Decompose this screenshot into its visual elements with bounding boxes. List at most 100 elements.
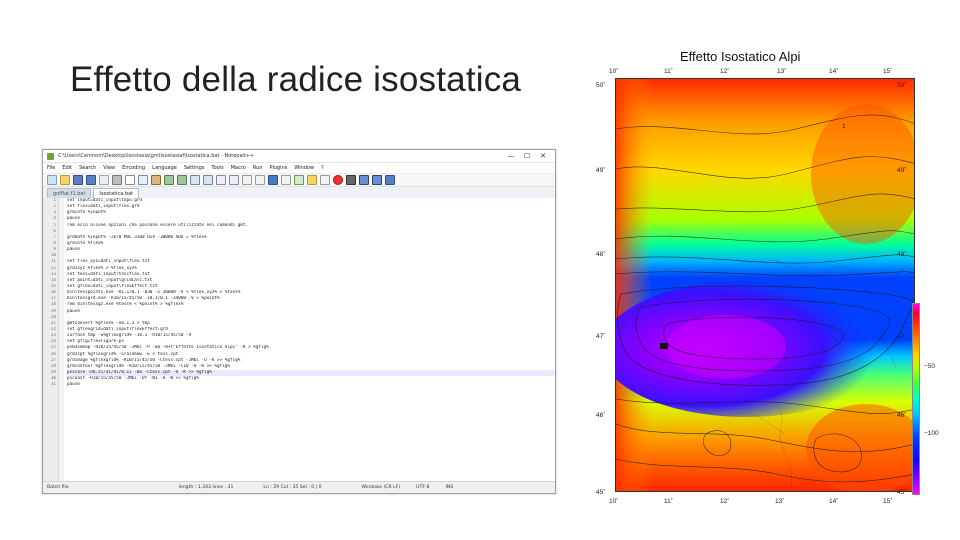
code-line-text: grdinfo %input% (67, 210, 106, 216)
lon-tick-top: 15˚ (883, 68, 893, 75)
lat-tick-right: 45˚ (897, 489, 907, 496)
show-all-chars-icon[interactable] (268, 175, 278, 185)
menu-item[interactable]: Search (79, 165, 96, 171)
lon-tick-bottom: 10˚ (609, 498, 619, 505)
play-macro-icon[interactable] (359, 175, 369, 185)
menu-item[interactable]: Macro (231, 165, 246, 171)
menu-bar: File Edit Search View Encoding Language Settin… (43, 163, 555, 174)
code-line-text: set point=dati_input\gridCalc.txt (67, 277, 153, 283)
open-file-icon[interactable] (60, 175, 70, 185)
menu-item[interactable]: File (47, 165, 55, 171)
code-line-text: set gflex=dati_input\flexEffect.txt (67, 283, 158, 289)
slide-title: Effetto della radice isostatica (70, 60, 522, 99)
map-title: Effetto Isostatico Alpi (680, 49, 801, 64)
contour-label: 1 (842, 123, 846, 130)
code-line-text: pause (67, 216, 80, 222)
print-icon[interactable] (112, 175, 122, 185)
function-list-icon[interactable] (294, 175, 304, 185)
code-line-text: set gfig=flexFigure.ps (67, 339, 124, 345)
code-line-text: pscoast -R10/15/45/50 -JM6i -Df -N1 -O -… (67, 376, 199, 382)
menu-item[interactable]: Edit (62, 165, 72, 171)
notepadpp-icon (47, 152, 54, 160)
code-line-text: surface tmp -G%gflexgrid% -I0.1 -R10/15/… (67, 333, 192, 339)
code-line[interactable]: pause (67, 382, 555, 388)
lat-tick-left: 49˚ (596, 167, 606, 174)
menu-item[interactable]: Run (253, 165, 263, 171)
save-all-icon[interactable] (86, 175, 96, 185)
paste-icon[interactable] (151, 175, 161, 185)
gravity-map (615, 78, 915, 492)
copy-icon[interactable] (138, 175, 148, 185)
status-encoding: UTF-8 (416, 485, 430, 490)
menu-item[interactable]: Tools (211, 165, 223, 171)
code-line-text: grdcontour %gflexgrid% -R10/15/45/50 -JM… (67, 363, 230, 369)
menu-item[interactable]: View (103, 165, 115, 171)
replace-icon[interactable] (203, 175, 213, 185)
tab-label: Isostatica.bat (99, 190, 134, 197)
cut-icon[interactable] (125, 175, 135, 185)
code-line-text: psbasemap -R10/15/45/50 -JM6i -P -Ba -B+… (67, 345, 269, 351)
redo-icon[interactable] (177, 175, 187, 185)
lon-tick-bottom: 12˚ (720, 498, 730, 505)
code-line-text: set flex=dati_input\flex.grd (67, 204, 140, 210)
code-line-text: grd2cpt %gflexgrid% -Crainbow -E > tess.… (67, 351, 179, 357)
run-macro-multiple-icon[interactable] (372, 175, 382, 185)
code-line-text: pause (67, 247, 80, 253)
close-button[interactable]: ✕ (535, 152, 551, 160)
sync-scroll-icon[interactable] (242, 175, 252, 185)
status-length-lines: length : 1,343 lines : 31 (178, 485, 234, 490)
menu-item[interactable]: Language (152, 165, 177, 171)
lat-tick-left: 50˚ (596, 82, 606, 89)
tab-gofflat[interactable]: gofflat.f1.bat (47, 188, 92, 198)
notepad-window: C:\Users\Cenmom\Desktop\Isostasia\gmtiso… (42, 149, 556, 494)
menu-item[interactable]: ? (321, 165, 324, 171)
code-text[interactable]: set input=dati_input\topo.grd set flex=da… (64, 198, 555, 482)
code-line-text: grdmath %input% -2670 MUL 3300 DIV -3000… (67, 234, 207, 240)
colorbar-tick-label: −50 (924, 363, 936, 370)
close-file-icon[interactable] (99, 175, 109, 185)
menu-item[interactable]: Plugins (269, 165, 287, 171)
editor-area[interactable]: 1 2 3 4 5 6 7 8 9 10 11 12 13 14 15 16 17 18 19 20 21 22 23 24 2… (43, 198, 555, 482)
lon-tick-top: 11˚ (664, 68, 673, 75)
zoom-in-icon[interactable] (216, 175, 226, 185)
code-line-text: set gflexgrid=dati_input\flexEffect.grd (67, 326, 168, 332)
tab-isostatica[interactable]: Isostatica.bat (93, 188, 140, 198)
menu-item[interactable]: Settings (184, 165, 205, 171)
menu-item[interactable]: Encoding (122, 165, 145, 171)
code-line-text: rem bin\tessgz.exe %tess% < %point% > %g… (67, 302, 184, 308)
code-line-text: grdinfo %flex% (67, 240, 104, 246)
lon-tick-top: 13˚ (777, 68, 787, 75)
stop-macro-icon[interactable] (346, 175, 356, 185)
undo-icon[interactable] (164, 175, 174, 185)
line-number: 31 (50, 382, 56, 388)
lat-tick-right: 48˚ (897, 251, 907, 258)
indent-guide-icon[interactable] (281, 175, 291, 185)
lat-tick-left: 47˚ (596, 333, 606, 340)
code-line-text: pause (67, 308, 80, 314)
save-icon[interactable] (73, 175, 83, 185)
lon-tick-top: 12˚ (720, 68, 730, 75)
code-line-text: grdimage %gflexgrid% -R10/15/45/50 -Ctes… (67, 357, 241, 363)
lon-tick-bottom: 14˚ (829, 498, 839, 505)
new-file-icon[interactable] (47, 175, 57, 185)
status-bar: Batch file length : 1,343 lines : 31 Ln … (43, 481, 555, 493)
zoom-out-icon[interactable] (229, 175, 239, 185)
lat-tick-right: 49˚ (897, 167, 907, 174)
folder-workspace-icon[interactable] (307, 175, 317, 185)
record-macro-icon[interactable] (333, 175, 343, 185)
code-line-text: gmtconvert %gflex% -o0,1,3 > tmp (67, 320, 150, 326)
monitoring-icon[interactable] (320, 175, 330, 185)
lon-tick-bottom: 15˚ (883, 498, 893, 505)
minimize-button[interactable]: — (503, 152, 519, 160)
find-icon[interactable] (190, 175, 200, 185)
code-line-text: set input=dati_input\topo.grd (67, 198, 143, 203)
lon-tick-bottom: 11˚ (664, 498, 673, 505)
save-macro-icon[interactable] (385, 175, 395, 185)
line-number-gutter: 1 2 3 4 5 6 7 8 9 10 11 12 13 14 15 16 17 18 19 20 21 22 23 24 2… (43, 198, 59, 482)
menu-item[interactable]: Window (294, 165, 314, 171)
lat-tick-left: 48˚ (596, 251, 606, 258)
lat-tick-right: 47˚ (897, 333, 907, 340)
maximize-button[interactable]: ☐ (519, 152, 535, 160)
title-bar[interactable]: C:\Users\Cenmom\Desktop\Isostasia\gmtiso… (43, 150, 555, 163)
word-wrap-icon[interactable] (255, 175, 265, 185)
